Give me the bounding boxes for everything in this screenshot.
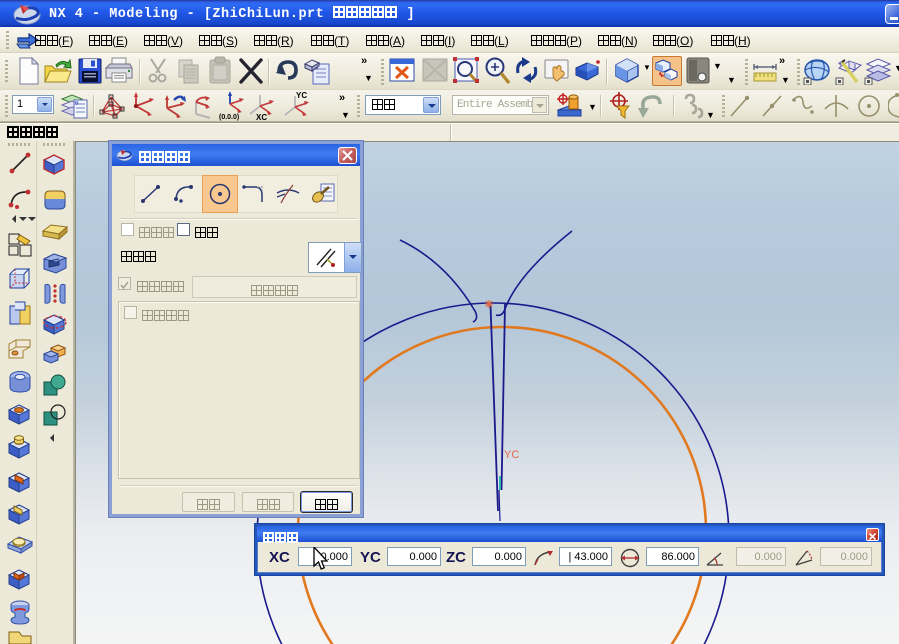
svg-text:YC: YC <box>296 91 307 100</box>
svg-text:XC: XC <box>256 113 267 121</box>
svg-text:(0.0.0): (0.0.0) <box>219 114 239 121</box>
